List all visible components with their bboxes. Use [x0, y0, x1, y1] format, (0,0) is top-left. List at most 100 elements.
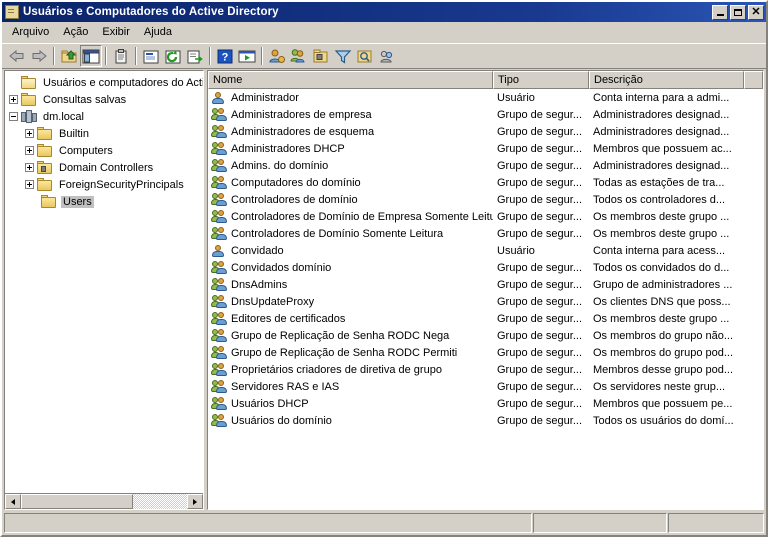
console-tree[interactable]: Usuários e computadores do Active Consul… — [5, 71, 203, 493]
show-hide-console-tree-icon[interactable] — [80, 45, 102, 67]
row-name-text: Controladores de Domínio Somente Leitura — [231, 227, 444, 240]
table-row[interactable]: Controladores de Domínio Somente Leitura… — [208, 225, 763, 242]
cell-nome: Convidado — [208, 244, 493, 258]
table-row[interactable]: Editores de certificados Grupo de segur..… — [208, 310, 763, 327]
help-question-icon[interactable]: ? — [214, 45, 236, 67]
table-row[interactable]: Administrador Usuário Conta interna para a… — [208, 89, 763, 106]
table-row[interactable]: Admins. do domínio Grupo de segur... Admin… — [208, 157, 763, 174]
menu-arquivo[interactable]: Arquivo — [5, 24, 56, 40]
run-console-icon[interactable] — [236, 45, 258, 67]
user-icon — [211, 91, 227, 105]
refresh-icon[interactable] — [162, 45, 184, 67]
tree-node-root[interactable]: Usuários e computadores do Active — [5, 74, 203, 91]
cell-tipo: Usuário — [497, 91, 535, 104]
group-icon — [211, 294, 227, 309]
table-row[interactable]: Convidados domínio Grupo de segur... Todos… — [208, 259, 763, 276]
row-name-text: Grupo de Replicação de Senha RODC Nega — [231, 329, 450, 342]
properties-window-icon[interactable] — [140, 45, 162, 67]
cell-nome: Convidados domínio — [208, 260, 493, 275]
cell-tipo: Grupo de segur... — [497, 176, 582, 189]
new-ou-icon[interactable] — [310, 45, 332, 67]
close-button[interactable]: ✕ — [748, 4, 764, 20]
new-group-icon[interactable] — [288, 45, 310, 67]
menu-acao[interactable]: Ação — [56, 24, 95, 40]
maximize-button[interactable] — [730, 4, 746, 20]
filter-funnel-icon[interactable] — [332, 45, 354, 67]
group-icon — [211, 362, 227, 377]
menu-ajuda[interactable]: Ajuda — [137, 24, 179, 40]
window-controls: ✕ — [712, 4, 764, 20]
table-row[interactable]: Computadores do domínio Grupo de segur...… — [208, 174, 763, 191]
table-row[interactable]: Controladores de domínio Grupo de segur..… — [208, 191, 763, 208]
window-title: Usuários e Computadores do Active Direct… — [23, 6, 279, 18]
table-row[interactable]: Grupo de Replicação de Senha RODC Nega Gr… — [208, 327, 763, 344]
tree-node-domain-controllers[interactable]: Domain Controllers — [5, 159, 203, 176]
expand-plus-icon[interactable] — [9, 95, 18, 104]
forward-arrow-icon[interactable] — [28, 45, 50, 67]
title-bar[interactable]: Usuários e Computadores do Active Direct… — [2, 2, 766, 22]
table-row[interactable]: Grupo de Replicação de Senha RODC Permit… — [208, 344, 763, 361]
minimize-button[interactable] — [712, 4, 728, 20]
cell-tipo: Grupo de segur... — [497, 278, 582, 291]
toolbar-separator-3 — [135, 47, 137, 65]
scroll-left-arrow[interactable] — [5, 494, 21, 509]
cell-tipo: Grupo de segur... — [497, 346, 582, 359]
row-name-text: Computadores do domínio — [231, 176, 361, 189]
expand-plus-icon[interactable] — [25, 180, 34, 189]
column-header-descricao[interactable]: Descrição — [589, 71, 744, 89]
cell-tipo: Grupo de segur... — [497, 261, 582, 274]
table-row[interactable]: Convidado Usuário Conta interna para acess… — [208, 242, 763, 259]
table-row[interactable]: Usuários do domínio Grupo de segur... Todo… — [208, 412, 763, 429]
scroll-right-arrow[interactable] — [187, 494, 203, 509]
group-icon — [211, 141, 227, 156]
scroll-track[interactable] — [21, 494, 187, 509]
folder-ou-icon — [37, 161, 53, 174]
new-user-icon[interactable] — [266, 45, 288, 67]
group-icon — [211, 379, 227, 394]
cell-tipo: Grupo de segur... — [497, 380, 582, 393]
status-pane-2 — [533, 513, 667, 533]
column-header-tipo[interactable]: Tipo — [493, 71, 589, 89]
column-header-nome[interactable]: Nome — [208, 71, 493, 89]
tree-node-dm-local[interactable]: dm.local — [5, 108, 203, 125]
table-row[interactable]: DnsAdmins Grupo de segur... Grupo de admin… — [208, 276, 763, 293]
cell-nome: Grupo de Replicação de Senha RODC Nega — [208, 328, 493, 343]
tree-node-computers[interactable]: Computers — [5, 142, 203, 159]
expand-plus-icon[interactable] — [25, 129, 34, 138]
tree-node-users[interactable]: Users — [5, 193, 203, 210]
cell-descricao: Todas as estações de tra... — [593, 176, 725, 189]
cell-descricao: Os membros do grupo não... — [593, 329, 734, 342]
list-view[interactable]: Administrador Usuário Conta interna para a… — [208, 89, 763, 509]
table-row[interactable]: Proprietários criadores de diretiva de g… — [208, 361, 763, 378]
table-row[interactable]: Usuários DHCP Grupo de segur... Membros qu… — [208, 395, 763, 412]
export-list-icon[interactable] — [184, 45, 206, 67]
table-row[interactable]: Administradores DHCP Grupo de segur... Mem… — [208, 140, 763, 157]
table-row[interactable]: Administradores de esquema Grupo de segur… — [208, 123, 763, 140]
scroll-thumb[interactable] — [21, 494, 133, 509]
tree-horizontal-scrollbar[interactable] — [5, 493, 203, 509]
up-one-level-folder-icon[interactable] — [58, 45, 80, 67]
find-icon[interactable] — [354, 45, 376, 67]
table-row[interactable]: Servidores RAS e IAS Grupo de segur... Os … — [208, 378, 763, 395]
expand-plus-icon[interactable] — [25, 146, 34, 155]
table-row[interactable]: DnsUpdateProxy Grupo de segur... Os client… — [208, 293, 763, 310]
cell-nome: Administradores de esquema — [208, 124, 493, 139]
group-icon — [211, 175, 227, 190]
tree-node-consultas-salvas[interactable]: Consultas salvas — [5, 91, 203, 108]
cell-descricao: Todos os usuários do domí... — [593, 414, 734, 427]
back-arrow-icon[interactable] — [6, 45, 28, 67]
menu-exibir[interactable]: Exibir — [95, 24, 137, 40]
table-row[interactable]: Administradores de empresa Grupo de segur… — [208, 106, 763, 123]
cell-descricao: Administradores designad... — [593, 125, 730, 138]
row-name-text: Usuários DHCP — [231, 397, 309, 410]
table-row[interactable]: Controladores de Domínio de Empresa Some… — [208, 208, 763, 225]
tree-node-foreignsecurityprincipals[interactable]: ForeignSecurityPrincipals — [5, 176, 203, 193]
content-panes: Usuários e computadores do Active Consul… — [4, 70, 764, 510]
expand-plus-icon[interactable] — [25, 163, 34, 172]
properties-clipboard-icon[interactable] — [110, 45, 132, 67]
saved-query-icon[interactable] — [376, 45, 398, 67]
cell-descricao: Administradores designad... — [593, 159, 730, 172]
tree-node-builtin[interactable]: Builtin — [5, 125, 203, 142]
collapse-minus-icon[interactable] — [9, 112, 18, 121]
cell-tipo: Usuário — [497, 244, 535, 257]
